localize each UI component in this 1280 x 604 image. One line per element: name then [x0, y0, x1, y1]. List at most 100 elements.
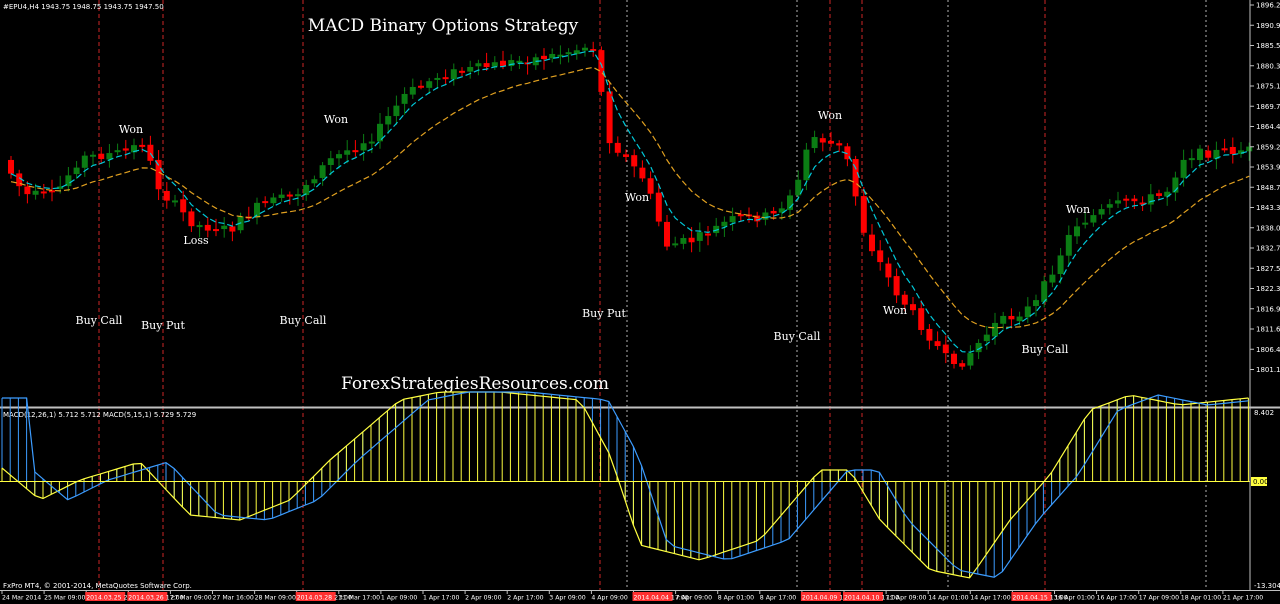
candle-body[interactable]: [221, 225, 228, 230]
candle-body[interactable]: [336, 154, 342, 159]
candle-body[interactable]: [163, 190, 170, 201]
candle-body[interactable]: [582, 47, 588, 51]
candle-body[interactable]: [992, 322, 998, 337]
candle-body[interactable]: [213, 229, 219, 232]
candle-body[interactable]: [475, 63, 482, 67]
trading-chart[interactable]: #EPU4,H4 1943.75 1948.75 1943.75 1947.50…: [0, 0, 1280, 604]
candle-body[interactable]: [418, 85, 424, 88]
candle-body[interactable]: [24, 186, 31, 195]
candle-body[interactable]: [1131, 198, 1138, 202]
candle-body[interactable]: [541, 55, 547, 60]
candle-body[interactable]: [1123, 198, 1130, 201]
candle-body[interactable]: [705, 233, 711, 236]
candle-body[interactable]: [409, 86, 416, 95]
candle-body[interactable]: [319, 165, 326, 178]
candle-body[interactable]: [631, 155, 638, 167]
candle-body[interactable]: [1246, 146, 1253, 152]
candle-body[interactable]: [614, 142, 621, 153]
candle-body[interactable]: [1098, 209, 1105, 215]
candle-body[interactable]: [385, 116, 392, 125]
candle-body[interactable]: [73, 167, 80, 175]
candle-body[interactable]: [803, 149, 810, 181]
candle-body[interactable]: [1115, 200, 1121, 204]
candle-body[interactable]: [40, 191, 47, 194]
candle-body[interactable]: [180, 199, 187, 213]
candle-body[interactable]: [942, 344, 949, 354]
candle-body[interactable]: [836, 143, 843, 146]
candle-body[interactable]: [828, 140, 834, 144]
candle-body[interactable]: [1008, 315, 1015, 320]
candle-body[interactable]: [32, 190, 39, 195]
candle-body[interactable]: [1033, 300, 1039, 307]
candle-body[interactable]: [918, 308, 925, 330]
candle-body[interactable]: [811, 137, 818, 149]
candle-body[interactable]: [639, 167, 646, 179]
candle-body[interactable]: [869, 234, 875, 252]
candle-body[interactable]: [1000, 315, 1007, 324]
candle-body[interactable]: [1065, 234, 1072, 256]
candle-body[interactable]: [286, 194, 293, 197]
candle-body[interactable]: [450, 69, 457, 80]
candle-body[interactable]: [951, 353, 957, 365]
candle-body[interactable]: [467, 66, 474, 72]
candle-body[interactable]: [680, 238, 687, 244]
candle-body[interactable]: [344, 150, 351, 155]
candle-body[interactable]: [1074, 226, 1080, 237]
candle-body[interactable]: [721, 221, 728, 227]
candle-body[interactable]: [983, 334, 990, 342]
candle-body[interactable]: [1041, 281, 1048, 302]
candle-body[interactable]: [910, 304, 916, 311]
candle-body[interactable]: [729, 216, 736, 223]
candle-body[interactable]: [98, 153, 105, 159]
candle-body[interactable]: [122, 148, 129, 151]
candle-body[interactable]: [352, 150, 359, 153]
candle-body[interactable]: [934, 341, 941, 347]
candle-body[interactable]: [762, 212, 769, 220]
candle-body[interactable]: [893, 276, 900, 296]
candle-body[interactable]: [926, 328, 933, 341]
candle-body[interactable]: [8, 159, 14, 174]
candle-body[interactable]: [327, 158, 334, 165]
candle-body[interactable]: [426, 81, 433, 88]
candle-body[interactable]: [188, 211, 195, 227]
candle-body[interactable]: [688, 237, 695, 243]
candle-body[interactable]: [885, 263, 892, 278]
candle-body[interactable]: [655, 192, 662, 222]
candle-body[interactable]: [204, 224, 211, 231]
candle-body[interactable]: [959, 363, 966, 367]
candle-body[interactable]: [1090, 215, 1097, 223]
candle-body[interactable]: [1197, 148, 1203, 161]
candle-body[interactable]: [295, 194, 301, 197]
candle-body[interactable]: [819, 138, 826, 143]
candle-body[interactable]: [459, 70, 465, 73]
candle-body[interactable]: [196, 225, 203, 228]
candle-body[interactable]: [606, 91, 613, 144]
candle-body[interactable]: [696, 232, 703, 241]
candle-body[interactable]: [1147, 194, 1154, 205]
candle-body[interactable]: [1057, 255, 1064, 275]
candle-body[interactable]: [393, 105, 400, 117]
candle-body[interactable]: [278, 194, 285, 198]
candle-body[interactable]: [664, 221, 670, 247]
candle-body[interactable]: [368, 141, 375, 144]
candle-body[interactable]: [434, 77, 441, 80]
candle-body[interactable]: [229, 226, 236, 232]
candle-body[interactable]: [81, 155, 88, 168]
candle-body[interactable]: [672, 243, 679, 246]
candle-body[interactable]: [491, 62, 498, 67]
candle-body[interactable]: [1156, 193, 1162, 196]
candle-body[interactable]: [262, 201, 269, 204]
candle-body[interactable]: [573, 50, 580, 55]
candle-body[interactable]: [311, 179, 318, 184]
candle-body[interactable]: [737, 214, 744, 217]
candle-body[interactable]: [1229, 146, 1236, 155]
candle-body[interactable]: [623, 154, 629, 157]
candle-body[interactable]: [114, 150, 121, 153]
candle-body[interactable]: [1016, 316, 1023, 322]
candle-body[interactable]: [1082, 222, 1089, 225]
candle-body[interactable]: [1221, 148, 1228, 151]
candle-body[interactable]: [1205, 150, 1212, 158]
candle-body[interactable]: [967, 353, 974, 366]
candle-body[interactable]: [860, 196, 867, 233]
candle-body[interactable]: [1188, 158, 1195, 161]
